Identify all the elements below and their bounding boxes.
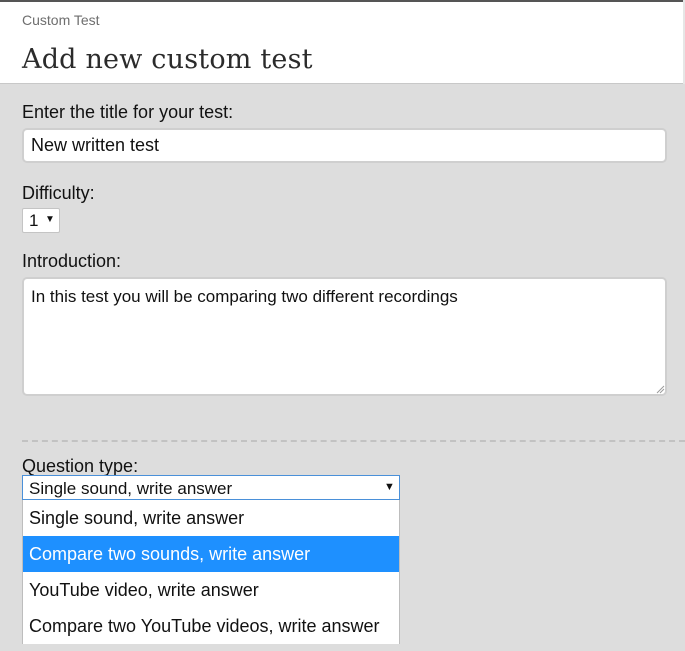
chevron-down-icon: ▼: [384, 481, 395, 493]
question-type-select[interactable]: Single sound, write answer ▼: [22, 475, 400, 500]
question-type-value: Single sound, write answer: [29, 479, 233, 498]
question-type-label: Question type:: [22, 456, 139, 476]
breadcrumb[interactable]: Custom Test: [22, 12, 100, 28]
difficulty-label: Difficulty:: [22, 183, 95, 203]
dropdown-option-single-sound[interactable]: Single sound, write answer: [23, 500, 399, 536]
dropdown-option-youtube-video[interactable]: YouTube video, write answer: [23, 572, 399, 608]
introduction-textarea[interactable]: In this test you will be comparing two d…: [22, 277, 667, 396]
title-label: Enter the title for your test:: [22, 102, 234, 122]
question-type-dropdown: Single sound, write answer Compare two s…: [22, 500, 400, 644]
difficulty-select[interactable]: 1 ▼: [22, 208, 60, 233]
section-divider: [22, 440, 685, 442]
title-input[interactable]: [22, 128, 667, 163]
dropdown-option-compare-youtube[interactable]: Compare two YouTube videos, write answer: [23, 608, 399, 644]
introduction-label: Introduction:: [22, 251, 122, 271]
difficulty-value: 1: [29, 211, 39, 230]
chevron-down-icon: ▼: [45, 214, 55, 225]
page-title: Add new custom test: [22, 44, 313, 75]
page-header: Custom Test Add new custom test: [0, 2, 683, 84]
resize-grip-icon[interactable]: [655, 384, 665, 394]
dropdown-option-compare-sounds[interactable]: Compare two sounds, write answer: [23, 536, 399, 572]
